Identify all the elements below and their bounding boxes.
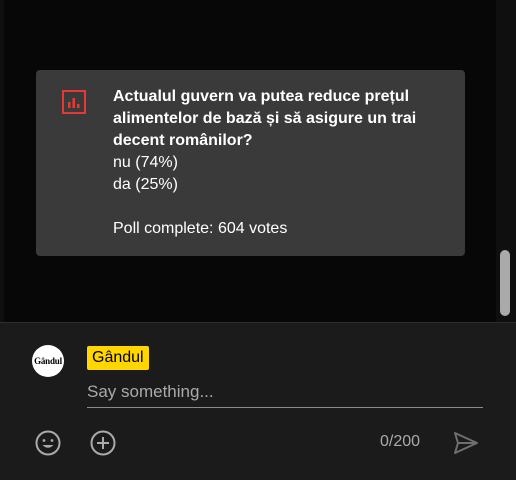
chat-messages: Actualul guvern va putea reduce prețul a… xyxy=(4,0,496,322)
emoji-button[interactable] xyxy=(34,429,62,457)
send-button[interactable] xyxy=(452,429,480,457)
poll-card: Actualul guvern va putea reduce prețul a… xyxy=(36,70,465,256)
poll-status: Poll complete: 604 votes xyxy=(113,220,288,237)
avatar: Gândul xyxy=(32,345,64,377)
input-underline xyxy=(87,407,483,408)
send-icon xyxy=(454,432,478,454)
poll-option-2: da (25%) xyxy=(113,176,178,193)
poll-option-1: nu (74%) xyxy=(113,154,178,171)
scrollbar-thumb[interactable] xyxy=(500,250,510,316)
message-composer: Gândul Gândul 0/200 xyxy=(0,323,516,480)
poll-content: Actualul guvern va putea reduce prețul a… xyxy=(113,86,433,240)
add-icon xyxy=(90,430,116,456)
chat-area: Actualul guvern va putea reduce prețul a… xyxy=(0,0,516,322)
char-counter: 0/200 xyxy=(380,433,421,450)
author-name-badge: Gândul xyxy=(87,346,149,370)
message-input[interactable] xyxy=(87,379,483,405)
emoji-icon xyxy=(35,430,61,456)
poll-chart-icon xyxy=(62,90,86,114)
add-button[interactable] xyxy=(89,429,117,457)
poll-question: Actualul guvern va putea reduce prețul a… xyxy=(113,88,417,149)
